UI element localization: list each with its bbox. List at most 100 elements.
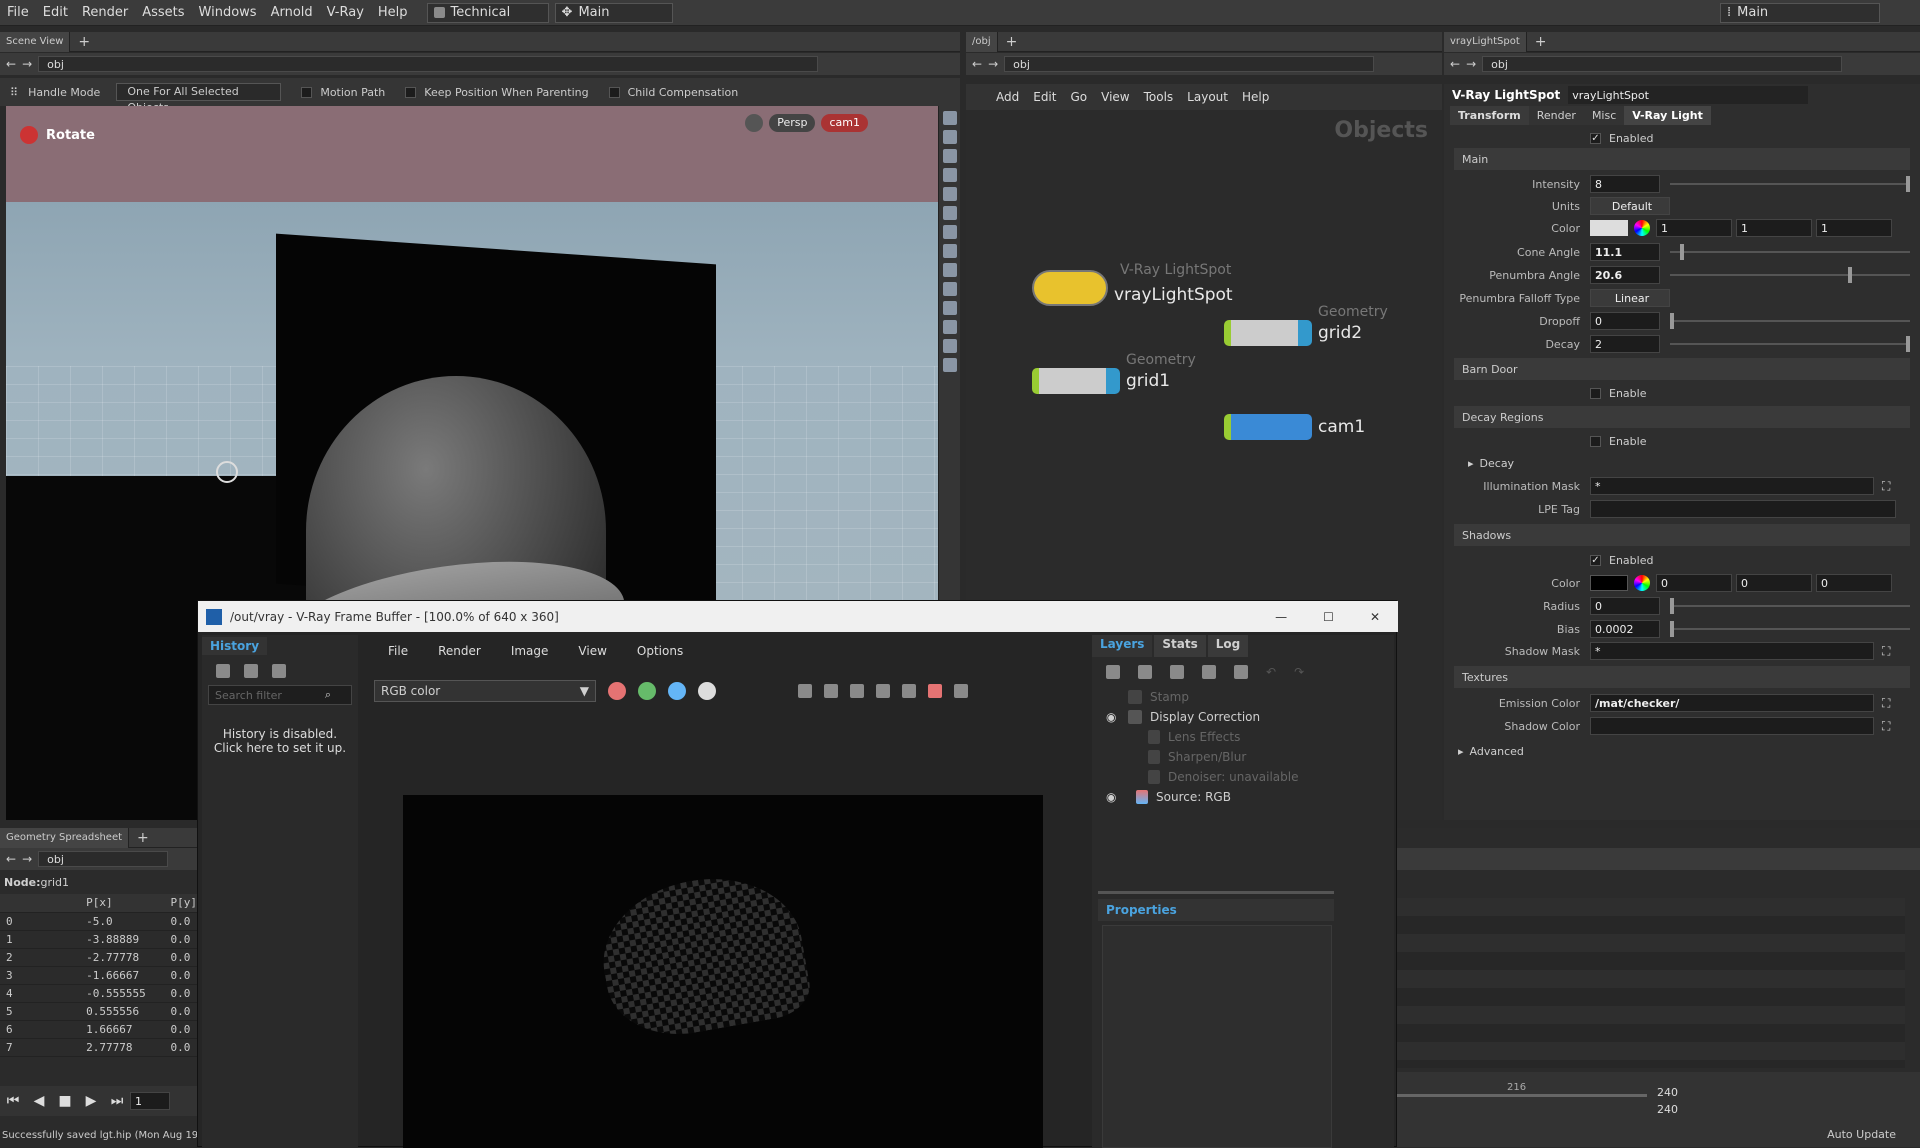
shadow-g-field[interactable]: 0 — [1736, 574, 1812, 592]
add-tab-icon[interactable]: + — [70, 34, 98, 50]
create-layer-icon[interactable] — [1106, 665, 1120, 679]
color-g-field[interactable]: 1 — [1736, 219, 1812, 237]
back-icon[interactable]: ← — [1450, 57, 1460, 71]
tab-geometry-spreadsheet[interactable]: Geometry Spreadsheet — [0, 827, 130, 848]
falloff-select[interactable]: Linear — [1590, 289, 1670, 307]
node-chooser-icon[interactable]: ⛶ — [1882, 644, 1890, 659]
menu-assets[interactable]: Assets — [135, 5, 191, 20]
context-selector[interactable]: ✥ Main — [554, 2, 673, 23]
timeline-end2[interactable]: 240 — [1657, 1103, 1678, 1116]
tab-obj[interactable]: /obj — [966, 31, 998, 52]
sceneview-path[interactable]: obj — [38, 56, 819, 72]
net-menu-view[interactable]: View — [1101, 90, 1129, 104]
load-image-icon[interactable] — [824, 684, 838, 698]
keep-position-checkbox[interactable] — [405, 86, 417, 98]
cam-button[interactable]: cam1 — [821, 114, 868, 132]
lock-icon[interactable] — [745, 114, 764, 132]
menu-help[interactable]: Help — [371, 5, 415, 20]
section-decay-regions[interactable]: Decay Regions — [1454, 406, 1910, 428]
history-message[interactable]: History is disabled. Click here to set it… — [202, 727, 358, 755]
persp-button[interactable]: Persp — [769, 114, 816, 132]
blue-channel-button[interactable] — [668, 682, 686, 700]
menu-file[interactable]: File — [0, 5, 36, 20]
undo-icon[interactable]: ↶ — [1266, 665, 1276, 679]
tab-layers[interactable]: Layers — [1092, 635, 1153, 657]
add-tab-icon[interactable]: + — [998, 34, 1026, 50]
lpe-field[interactable] — [1590, 500, 1896, 518]
load-history-icon[interactable] — [272, 664, 286, 678]
barn-enable-checkbox[interactable] — [1590, 387, 1601, 399]
net-menu-add[interactable]: Add — [996, 90, 1019, 104]
table-row[interactable]: 2 -2.77778 0.0 — [0, 948, 197, 967]
cone-angle-slider[interactable] — [1670, 244, 1910, 260]
load-layers-icon[interactable] — [1202, 665, 1216, 679]
vfb-menu-render[interactable]: Render — [438, 644, 481, 658]
tab-stats[interactable]: Stats — [1154, 635, 1206, 657]
table-row[interactable]: 7 2.77778 0.0 — [0, 1038, 197, 1057]
render-image[interactable] — [403, 795, 1043, 1148]
intensity-field[interactable]: 8 — [1590, 175, 1660, 193]
table-row[interactable]: 1 -3.88889 0.0 — [0, 930, 197, 949]
redo-icon[interactable]: ↷ — [1294, 665, 1304, 679]
play-icon[interactable]: ▶ — [78, 1086, 104, 1116]
camera-icon[interactable] — [943, 244, 957, 258]
menu-arnold[interactable]: Arnold — [264, 5, 320, 20]
node-cam1[interactable]: cam1 — [1224, 414, 1365, 440]
eye-icon[interactable]: ◉ — [1098, 710, 1128, 724]
compare-icon[interactable] — [244, 664, 258, 678]
jump-start-icon[interactable]: ⏮ — [0, 1086, 26, 1116]
color-swatch[interactable] — [1590, 220, 1628, 236]
tab-vraylightspot[interactable]: vrayLightSpot — [1444, 31, 1527, 52]
layer-lens-effects[interactable]: Lens Effects — [1098, 727, 1388, 747]
menu-edit[interactable]: Edit — [36, 5, 75, 20]
section-textures[interactable]: Textures — [1454, 666, 1910, 688]
tab-log[interactable]: Log — [1207, 635, 1249, 657]
rotate-view-icon[interactable] — [943, 339, 957, 353]
node-name-field[interactable]: vrayLightSpot — [1568, 86, 1809, 104]
shadow-color-swatch[interactable] — [1590, 575, 1628, 591]
brush-icon[interactable] — [943, 320, 957, 334]
table-row[interactable]: 4 -0.555555 0.0 — [0, 984, 197, 1003]
shadow-r-field[interactable]: 0 — [1656, 574, 1732, 592]
handle-mode-select[interactable]: One For All Selected Objects — [116, 83, 282, 114]
add-tab-icon[interactable]: + — [129, 830, 157, 846]
display-icon[interactable] — [943, 111, 957, 125]
delete-layer-icon[interactable] — [1138, 665, 1152, 679]
timeline-bar[interactable] — [1397, 1094, 1647, 1097]
color-b-field[interactable]: 1 — [1816, 219, 1892, 237]
save-layers-icon[interactable] — [1170, 665, 1184, 679]
node-chooser-icon[interactable]: ⛶ — [1882, 696, 1890, 711]
tab-history[interactable]: History — [202, 637, 268, 655]
decay-enable-checkbox[interactable] — [1590, 435, 1601, 447]
stop-icon[interactable]: ■ — [52, 1086, 78, 1116]
vfb-menu-file[interactable]: File — [388, 644, 408, 658]
vfb-titlebar[interactable]: /out/vray - V-Ray Frame Buffer - [100.0%… — [198, 601, 1398, 632]
table-row[interactable]: 5 0.555556 0.0 — [0, 1002, 197, 1021]
desktop-selector[interactable]: Technical — [426, 2, 549, 23]
forward-icon[interactable]: → — [1466, 57, 1476, 71]
menu-vray[interactable]: V-Ray — [320, 5, 371, 20]
color-wheel-icon[interactable] — [1634, 220, 1650, 236]
tab-transform[interactable]: Transform — [1450, 106, 1529, 125]
decay-field[interactable]: 2 — [1590, 335, 1660, 353]
right-desktop-selector[interactable]: ⁞ Main — [1720, 2, 1880, 23]
node-grid2[interactable]: Geometry grid2 — [1224, 304, 1388, 346]
radius-slider[interactable] — [1670, 598, 1910, 614]
forward-icon[interactable]: → — [22, 57, 32, 71]
table-row[interactable]: 6 1.66667 0.0 — [0, 1020, 197, 1039]
params-path[interactable]: obj — [1482, 56, 1843, 72]
section-shadows[interactable]: Shadows — [1454, 524, 1910, 546]
table-row[interactable]: 0 -5.0 0.0 — [0, 912, 197, 931]
dropoff-slider[interactable] — [1670, 313, 1910, 329]
menu-render[interactable]: Render — [75, 5, 135, 20]
vfb-menu-view[interactable]: View — [578, 644, 606, 658]
shadow-mask-field[interactable]: * — [1590, 642, 1874, 660]
render-teapot-icon[interactable] — [954, 684, 968, 698]
snap-icon[interactable] — [943, 206, 957, 220]
layer-denoiser[interactable]: Denoiser: unavailable — [1098, 767, 1388, 787]
shadow-tex-field[interactable] — [1590, 717, 1874, 735]
layer-source-rgb[interactable]: ◉ Source: RGB — [1098, 787, 1388, 807]
add-tab-icon[interactable]: + — [1527, 34, 1555, 50]
net-menu-layout[interactable]: Layout — [1187, 90, 1228, 104]
close-icon[interactable]: ✕ — [1352, 610, 1398, 624]
